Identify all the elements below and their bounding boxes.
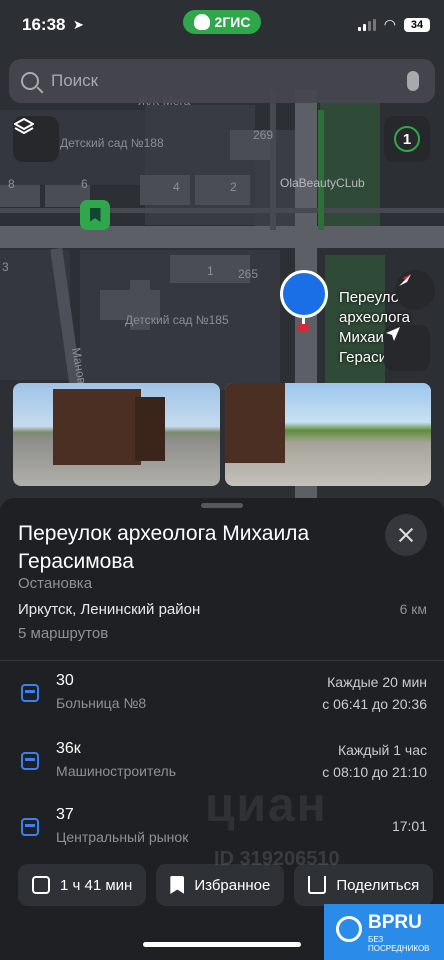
route-row[interactable]: 30 Больница №8 Каждые 20 мин с 06:41 до … <box>0 668 444 728</box>
share-label: Поделиться <box>336 876 420 894</box>
route-time-button[interactable]: 1 ч 41 мин <box>18 864 147 906</box>
notifications-button[interactable]: 1 <box>384 116 430 162</box>
watermark-text: циан <box>205 779 328 832</box>
bookmark-marker-icon[interactable] <box>80 200 110 230</box>
route-hours: с 06:41 до 20:36 <box>322 696 427 712</box>
route-destination: Машиностроитель <box>56 763 177 779</box>
stop-pin-base <box>297 324 309 332</box>
route-time-label: 1 ч 41 мин <box>60 876 133 894</box>
wifi-icon: ◠ <box>383 16 396 32</box>
search-input[interactable] <box>51 71 407 91</box>
status-time: 16:38 <box>22 15 66 34</box>
route-frequency: Каждый 1 час <box>337 742 427 758</box>
route-hours: с 08:10 до 21:10 <box>322 764 427 780</box>
map-label: 269 <box>253 128 274 142</box>
route-destination: Больница №8 <box>56 695 147 711</box>
my-location-button[interactable] <box>384 325 430 371</box>
stop-type: Остановка <box>18 575 93 592</box>
bus-icon <box>32 876 50 894</box>
bus-icon <box>21 752 39 770</box>
status-bar: 16:38 ➤ 2ГИС ◠ 34 <box>0 0 444 52</box>
search-bar[interactable] <box>9 59 435 103</box>
notification-count: 1 <box>394 126 420 152</box>
bus-icon <box>21 684 39 702</box>
people-icon <box>336 916 362 942</box>
map-label: OlaBeautyCLub <box>280 176 365 190</box>
map-label: 265 <box>238 267 259 281</box>
route-number: 30 <box>56 672 74 689</box>
signal-icon <box>357 18 376 31</box>
map-label: 4 <box>173 180 180 194</box>
route-number: 37 <box>56 806 74 823</box>
share-icon <box>308 876 327 894</box>
stop-details-sheet: Переулок археолога Михаила Герасимова Ос… <box>0 498 444 960</box>
map-label: 3 <box>2 260 9 274</box>
close-button[interactable] <box>385 514 427 556</box>
favorites-label: Избранное <box>194 876 271 894</box>
brand-pill[interactable]: 2ГИС <box>183 10 261 34</box>
bookmark-icon <box>170 876 185 894</box>
location-arrow-icon: ➤ <box>73 17 84 32</box>
route-hours: 17:01 <box>391 818 427 834</box>
stop-photo[interactable] <box>13 383 220 486</box>
bpru-title: BPRU <box>368 911 422 933</box>
mascot-icon <box>193 14 210 30</box>
stop-photo[interactable] <box>224 383 431 486</box>
map-label: Детский сад №188 <box>60 136 164 150</box>
stop-address: Иркутск, Ленинский район <box>18 601 201 618</box>
microphone-icon[interactable] <box>407 71 419 91</box>
divider <box>0 660 444 661</box>
map-view[interactable]: 16:38 ➤ 2ГИС ◠ 34 1 <box>0 0 444 520</box>
map-label: 8 <box>8 177 15 191</box>
close-icon <box>398 527 414 543</box>
stop-title: Переулок археолога Михаила Герасимова <box>18 522 310 573</box>
map-label: 1 <box>207 264 214 278</box>
compass-icon <box>399 274 411 286</box>
sheet-grabber[interactable] <box>201 503 243 508</box>
watermark-id: ID 319206510 <box>214 848 340 870</box>
photo-gallery[interactable] <box>13 383 431 486</box>
map-label: 6 <box>81 177 88 191</box>
layers-icon <box>14 118 34 134</box>
route-destination: Центральный рынок <box>56 829 189 845</box>
stop-pin-icon[interactable] <box>280 270 328 318</box>
stop-distance: 6 км <box>399 601 427 617</box>
route-number: 36к <box>56 740 81 757</box>
battery-indicator: 34 <box>404 17 430 32</box>
map-label: Детский сад №185 <box>125 313 229 327</box>
map-label: 2 <box>230 180 237 194</box>
brand-label: 2ГИС <box>214 14 251 30</box>
layers-button[interactable] <box>13 116 59 162</box>
home-indicator[interactable] <box>143 942 301 947</box>
navigation-arrow-icon <box>386 327 400 341</box>
bus-icon <box>21 818 39 836</box>
search-icon <box>21 72 39 90</box>
routes-count: 5 маршрутов <box>18 625 109 642</box>
bpru-subtitle: БЕЗ ПОСРЕДНИКОВ <box>368 934 430 953</box>
bpru-badge: BPRU БЕЗ ПОСРЕДНИКОВ <box>324 904 444 960</box>
compass-button[interactable] <box>395 270 435 310</box>
route-frequency: Каждые 20 мин <box>327 674 427 690</box>
status-icons: ◠ 34 <box>357 16 430 33</box>
